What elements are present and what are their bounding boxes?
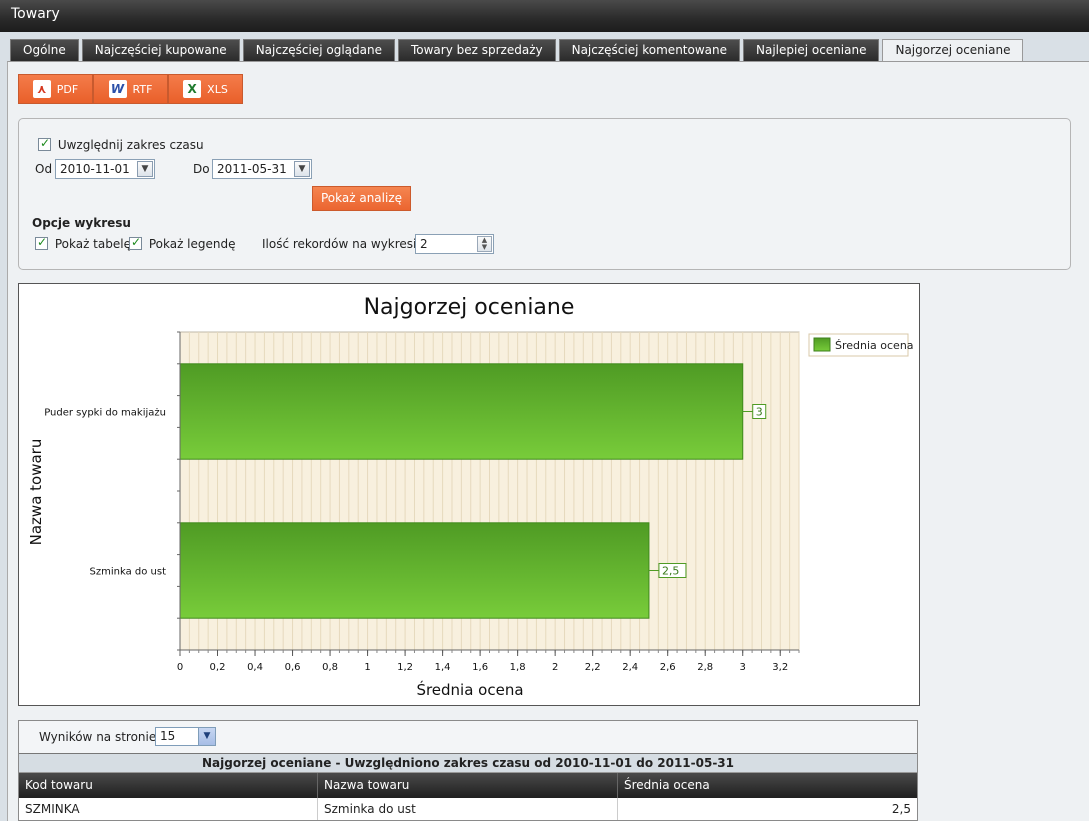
filter-panel: Uwzględnij zakres czasu Od 2010-11-01 ▼ … [18, 118, 1071, 270]
tab-best-rated[interactable]: Najlepiej oceniane [743, 39, 880, 61]
page-size-select[interactable]: 15 ▼ [155, 727, 216, 746]
cell-rating: 2,5 [891, 802, 911, 816]
export-pdf-label: PDF [56, 82, 79, 96]
x-tick-label: 2,8 [697, 662, 713, 673]
tab-no-sales[interactable]: Towary bez sprzedaży [397, 39, 556, 61]
bar [179, 522, 650, 619]
chevron-down-icon[interactable]: ▼ [294, 161, 310, 177]
page-size-label: Wyników na stronie: [39, 730, 161, 744]
export-pdf-button[interactable]: ⋏ PDF [18, 74, 93, 104]
show-table-label: Pokaż tabelę [54, 237, 131, 251]
chart-title: Najgorzej oceniane [364, 295, 575, 320]
y-tick-label: Puder sypki do makijażu [44, 408, 166, 419]
x-tick-label: 2,6 [660, 662, 676, 673]
page-size-value: 15 [160, 729, 176, 743]
data-label: 3 [756, 406, 763, 419]
x-tick-label: 1,8 [510, 662, 526, 673]
table-header: Kod towaru Nazwa towaru Średnia ocena [19, 773, 917, 798]
tab-most-commented[interactable]: Najczęściej komentowane [558, 39, 740, 61]
from-label: Od [35, 162, 53, 176]
x-axis-title: Średnia ocena [416, 680, 523, 699]
show-analysis-button[interactable]: Pokaż analizę [312, 186, 411, 211]
x-tick-label: 0,2 [210, 662, 226, 673]
x-tick-label: 1,4 [435, 662, 451, 673]
legend-swatch [813, 337, 831, 352]
tab-most-bought[interactable]: Najczęściej kupowane [81, 39, 240, 61]
column-header-code[interactable]: Kod towaru [19, 773, 318, 798]
table-row[interactable]: SZMINKA Szminka do ust 2,5 [19, 798, 917, 820]
y-tick-label: Szminka do ust [90, 567, 167, 578]
x-tick-label: 1 [364, 662, 370, 673]
export-toolbar: ⋏ PDF W RTF X XLS [18, 74, 243, 104]
x-tick-label: 0,8 [322, 662, 338, 673]
data-label: 2,5 [662, 565, 680, 578]
pdf-icon: ⋏ [32, 80, 51, 98]
tab-general[interactable]: Ogólne [10, 39, 79, 61]
x-tick-label: 0,4 [247, 662, 263, 673]
use-range-label: Uwzględnij zakres czasu [57, 138, 204, 152]
tab-bar: Ogólne Najczęściej kupowane Najczęściej … [10, 39, 1026, 62]
records-value: 2 [420, 237, 428, 251]
show-table-row: Pokaż tabelę [35, 235, 131, 251]
records-stepper[interactable]: 2 ▲ ▼ [415, 234, 494, 254]
export-xls-label: XLS [207, 82, 228, 96]
x-tick-label: 3,2 [772, 662, 788, 673]
window-title: Towary [0, 0, 1089, 32]
results-table: Wyników na stronie: 15 ▼ Najgorzej oceni… [18, 720, 918, 821]
x-tick-label: 0 [177, 662, 183, 673]
column-header-rating[interactable]: Średnia ocena [618, 773, 917, 798]
excel-icon: X [183, 80, 202, 98]
chart-options-heading: Opcje wykresu [32, 216, 131, 230]
x-tick-label: 1,6 [472, 662, 488, 673]
to-date-picker[interactable]: 2011-05-31 ▼ [212, 159, 312, 179]
y-axis-title: Nazwa towaru [27, 439, 45, 546]
chart-container: Najgorzej oceniane 3 2,5 0 0,2 0,4 0,6 0,8 1 1,… [18, 283, 920, 706]
to-date-value: 2011-05-31 [217, 162, 287, 176]
x-tick-label: 3 [740, 662, 746, 673]
chevron-down-icon[interactable]: ▼ [198, 728, 215, 745]
tab-worst-rated[interactable]: Najgorzej oceniane [882, 39, 1024, 62]
bar [179, 363, 744, 460]
show-table-checkbox[interactable] [35, 235, 48, 250]
show-legend-label: Pokaż legendę [148, 237, 236, 251]
cell-code: SZMINKA [19, 798, 318, 820]
stepper-arrows-icon[interactable]: ▲ ▼ [477, 236, 492, 252]
x-tick-label: 2,2 [585, 662, 601, 673]
from-date-picker[interactable]: 2010-11-01 ▼ [55, 159, 155, 179]
records-label: Ilość rekordów na wykresie [262, 237, 424, 251]
chevron-down-icon[interactable]: ▼ [137, 161, 153, 177]
table-caption: Najgorzej oceniane - Uwzględniono zakres… [19, 753, 917, 773]
word-icon: W [108, 80, 127, 98]
show-legend-checkbox[interactable] [129, 235, 142, 250]
column-header-name[interactable]: Nazwa towaru [318, 773, 618, 798]
x-tick-label: 2 [552, 662, 558, 673]
to-label: Do [193, 162, 210, 176]
cell-name: Szminka do ust [318, 798, 618, 820]
tab-most-viewed[interactable]: Najczęściej oglądane [242, 39, 395, 61]
bar-chart: Najgorzej oceniane 3 2,5 0 0,2 0,4 0,6 0,8 1 1,… [27, 295, 914, 699]
x-tick-label: 2,4 [622, 662, 638, 673]
export-xls-button[interactable]: X XLS [168, 74, 243, 104]
export-rtf-label: RTF [132, 82, 153, 96]
x-axis: 0 0,2 0,4 0,6 0,8 1 1,2 1,4 1,6 1,8 2 2,2 2,4 2,6 2,8 3… [177, 649, 800, 673]
show-legend-row: Pokaż legendę [129, 235, 236, 251]
export-rtf-button[interactable]: W RTF [93, 74, 168, 104]
from-date-value: 2010-11-01 [60, 162, 130, 176]
x-tick-label: 1,2 [397, 662, 413, 673]
legend-entry: Średnia ocena [835, 339, 914, 352]
y-axis: Puder sypki do makijażu Szminka do ust [44, 331, 181, 654]
use-range-row: Uwzględnij zakres czasu [38, 136, 204, 152]
legend: Średnia ocena [808, 333, 914, 357]
x-tick-label: 0,6 [285, 662, 301, 673]
use-range-checkbox[interactable] [38, 136, 51, 151]
